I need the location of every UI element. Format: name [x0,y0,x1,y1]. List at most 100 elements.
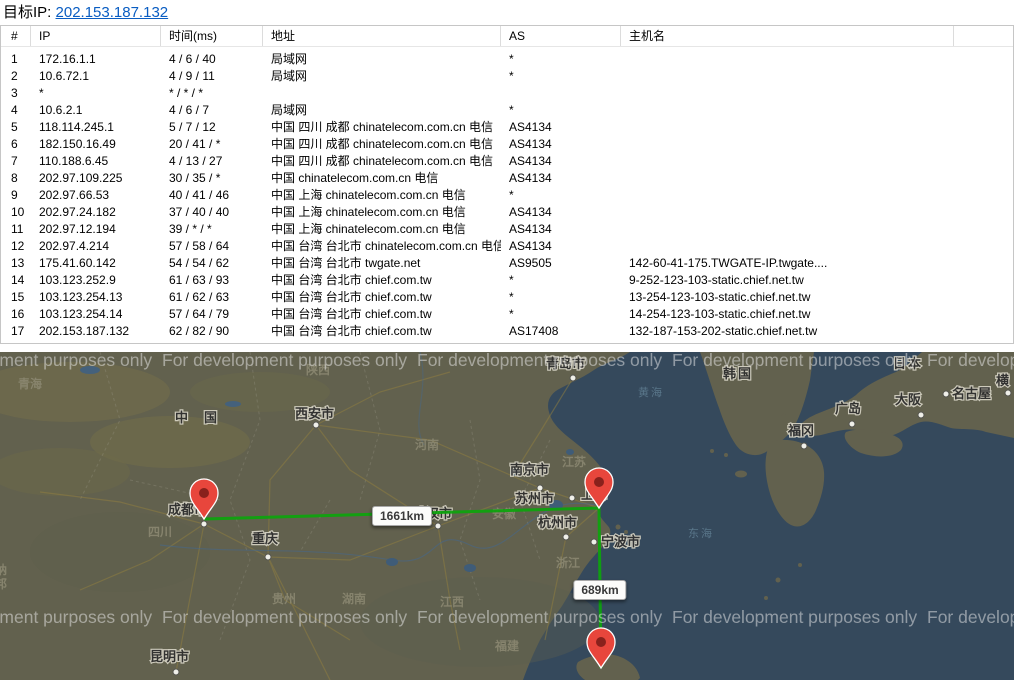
city-label: 横 [996,373,1010,388]
table-cell [263,85,501,102]
table-row[interactable]: 5118.114.245.15 / 7 / 12中国 四川 成都 chinate… [1,119,1013,136]
table-cell [621,68,954,85]
table-cell: 局域网 [263,51,501,68]
table-row[interactable]: 3** / * / * [1,85,1013,102]
column-header-5[interactable]: 主机名 [621,26,954,46]
distance-label: 689km [573,580,626,600]
table-row[interactable]: 17202.153.187.13262 / 82 / 90中国 台湾 台北市 c… [1,323,1013,340]
city-label: 杭州市 [538,515,577,530]
table-cell: AS4134 [501,119,621,136]
table-row[interactable]: 7110.188.6.454 / 13 / 27中国 四川 成都 chinate… [1,153,1013,170]
table-cell: AS4134 [501,204,621,221]
city-dot [943,391,949,397]
table-cell: 2 [1,68,31,85]
province-label: 浙江 [556,555,580,570]
city-dot [849,421,855,427]
table-cell [621,51,954,68]
table-cell: 4 [1,102,31,119]
table-cell: 5 [1,119,31,136]
table-cell: 6 [1,136,31,153]
route-map[interactable]: 黄海东海 青海陕西河南江苏安徽浙江湖南江西贵州四川福建纳邦 西安市青岛市南京市苏… [0,352,1014,680]
table-cell [621,187,954,204]
province-label: 福建 [494,638,520,653]
table-row[interactable]: 16103.123.254.1457 / 64 / 79中国 台湾 台北市 ch… [1,306,1013,323]
table-cell: 中国 四川 成都 chinatelecom.com.cn 电信 [263,119,501,136]
table-cell: 10 [1,204,31,221]
city-label: 大阪 [895,392,922,407]
province-label: 四川 [148,525,172,539]
table-cell: 13 [1,255,31,272]
best-trace-app: { "colors":{ "link":"#0a5dc2", "sea":"#3… [0,0,1014,680]
table-cell: 局域网 [263,68,501,85]
column-header-3[interactable]: 地址 [263,26,501,46]
table-cell: 202.97.66.53 [31,187,161,204]
map-watermark: For development purposes only [162,352,407,370]
table-cell: 12 [1,238,31,255]
table-cell: 4 / 6 / 7 [161,102,263,119]
table-cell [621,221,954,238]
map-watermark: For development purposes only [162,607,407,627]
table-cell: * [501,306,621,323]
table-cell [621,136,954,153]
table-row[interactable]: 15103.123.254.1361 / 62 / 63中国 台湾 台北市 ch… [1,289,1013,306]
sea-label: 黄海 [638,385,664,399]
column-header-filler [954,26,1013,46]
city-dot [265,554,271,560]
column-header-4[interactable]: AS [501,26,621,46]
table-cell: 中国 chinatelecom.com.cn 电信 [263,170,501,187]
table-cell: * [501,102,621,119]
table-cell: 中国 四川 成都 chinatelecom.com.cn 电信 [263,136,501,153]
table-cell: 61 / 63 / 93 [161,272,263,289]
column-header-2[interactable]: 时间(ms) [161,26,263,46]
target-ip-link[interactable]: 202.153.187.132 [56,4,169,21]
table-cell: 103.123.254.13 [31,289,161,306]
table-cell: 57 / 64 / 79 [161,306,263,323]
city-dot [173,669,179,675]
table-row[interactable]: 10202.97.24.18237 / 40 / 40中国 上海 chinate… [1,204,1013,221]
table-cell: 10.6.72.1 [31,68,161,85]
table-row[interactable]: 210.6.72.14 / 9 / 11局域网* [1,68,1013,85]
map-watermark: For development purposes only [672,352,917,370]
table-row[interactable]: 410.6.2.14 / 6 / 7局域网* [1,102,1013,119]
table-cell: 中国 四川 成都 chinatelecom.com.cn 电信 [263,153,501,170]
target-ip-bar: 目标IP: 202.153.187.132 [3,1,168,22]
province-label: 湖南 [342,591,366,606]
map-watermark: For development purposes only [672,607,917,627]
table-cell: 14-254-123-103-static.chief.net.tw [621,306,954,323]
table-cell: AS9505 [501,255,621,272]
table-cell: 中国 台湾 台北市 chief.com.tw [263,272,501,289]
table-row[interactable]: 13175.41.60.14254 / 54 / 62中国 台湾 台北市 twg… [1,255,1013,272]
table-cell: 11 [1,221,31,238]
table-cell: * / * / * [161,85,263,102]
column-header-0[interactable]: # [1,26,31,46]
city-dot [201,521,207,527]
table-row[interactable]: 9202.97.66.5340 / 41 / 46中国 上海 chinatele… [1,187,1013,204]
province-label: 纳 [0,562,7,577]
table-row[interactable]: 14103.123.252.961 / 63 / 93中国 台湾 台北市 chi… [1,272,1013,289]
city-dot [563,534,569,540]
province-label: 邦 [0,576,7,591]
table-cell: 中国 台湾 台北市 twgate.net [263,255,501,272]
country-label: 中国 [175,410,233,425]
city-dot [801,443,807,449]
table-row[interactable]: 12202.97.4.21457 / 58 / 64中国 台湾 台北市 chin… [1,238,1013,255]
table-row[interactable]: 8202.97.109.22530 / 35 / *中国 chinateleco… [1,170,1013,187]
table-cell: 110.188.6.45 [31,153,161,170]
table-row[interactable]: 6182.150.16.4920 / 41 / *中国 四川 成都 chinat… [1,136,1013,153]
table-cell: 中国 台湾 台北市 chief.com.tw [263,306,501,323]
table-cell: 103.123.252.9 [31,272,161,289]
column-header-1[interactable]: IP [31,26,161,46]
city-label: 广岛 [835,401,861,416]
table-cell: 16 [1,306,31,323]
table-row[interactable]: 11202.97.12.19439 / * / *中国 上海 chinatele… [1,221,1013,238]
table-cell [621,170,954,187]
table-row[interactable]: 1172.16.1.14 / 6 / 40局域网* [1,51,1013,68]
table-cell: * [31,85,161,102]
table-cell: * [501,51,621,68]
city-dot [435,523,441,529]
table-cell [621,204,954,221]
sea-labels: 黄海东海 [638,385,714,540]
province-label: 河南 [414,437,439,452]
city-label: 西安市 [295,406,334,421]
sea-label: 东海 [688,526,714,540]
